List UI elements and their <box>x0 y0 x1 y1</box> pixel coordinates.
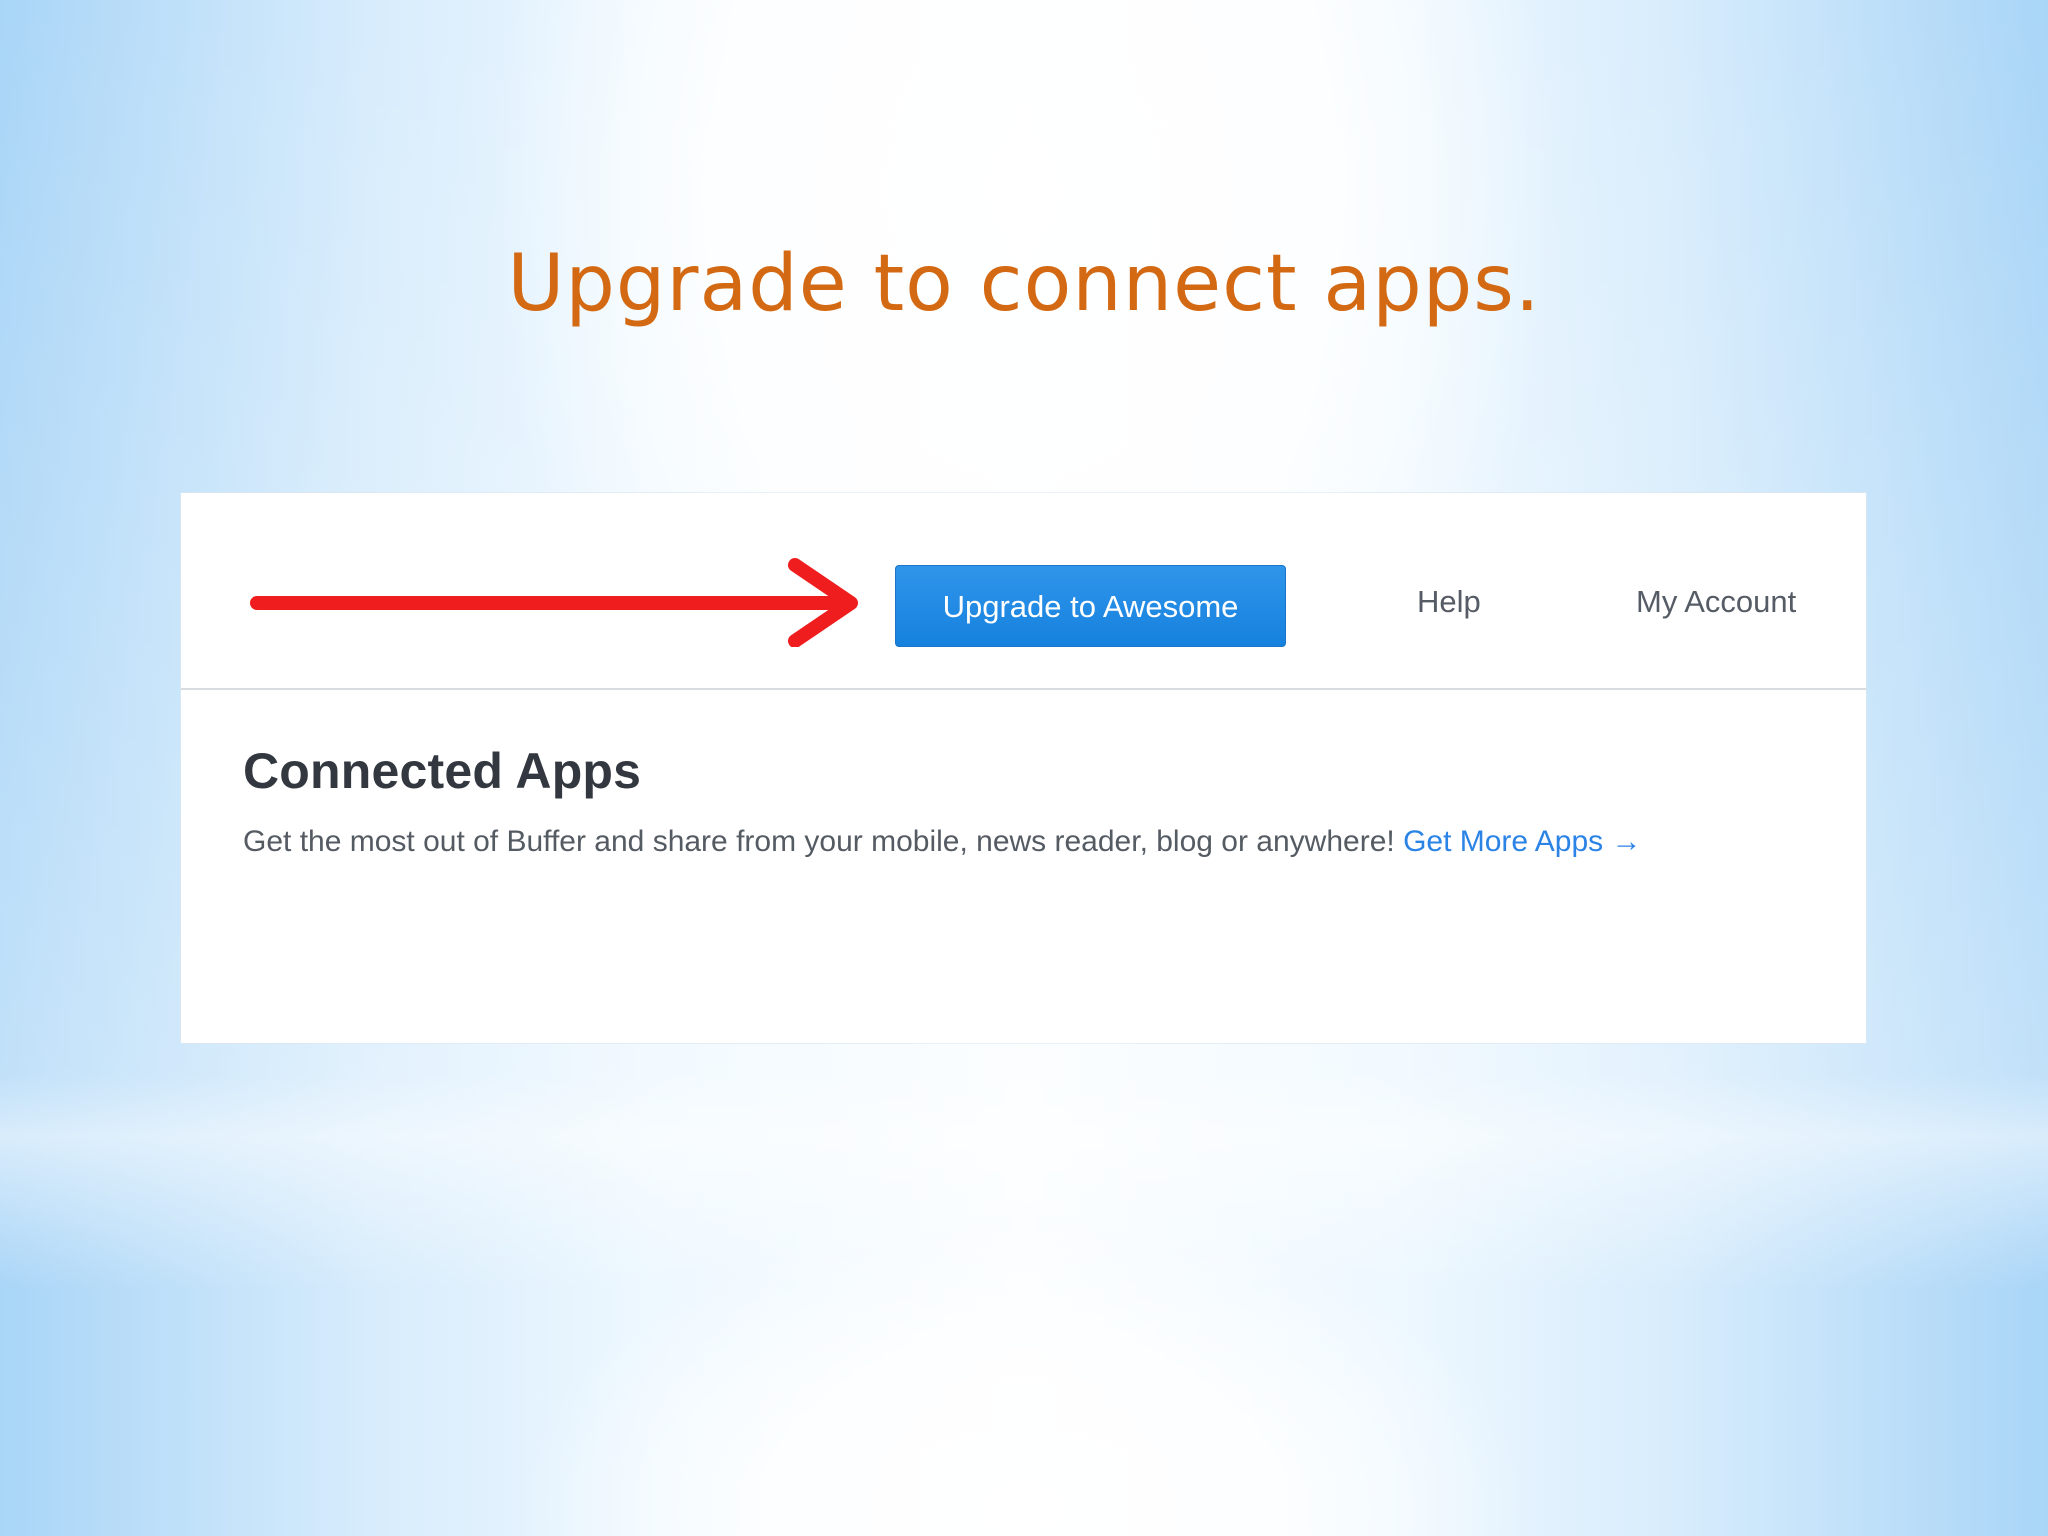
app-header: Upgrade to Awesome Help My Account <box>181 493 1866 690</box>
help-link[interactable]: Help <box>1417 586 1481 617</box>
get-more-apps-link[interactable]: Get More Apps → <box>1403 825 1641 858</box>
connected-apps-description-text: Get the most out of Buffer and share fro… <box>243 825 1395 858</box>
slide-title: Upgrade to connect apps. <box>507 239 1541 329</box>
connected-apps-description: Get the most out of Buffer and share fro… <box>243 824 1743 860</box>
red-arrow-icon <box>250 558 858 647</box>
connected-apps-heading: Connected Apps <box>243 743 642 799</box>
upgrade-to-awesome-button[interactable]: Upgrade to Awesome <box>895 565 1286 647</box>
connected-apps-screenshot: Upgrade to Awesome Help My Account Conne… <box>181 493 1866 1043</box>
my-account-link[interactable]: My Account <box>1636 586 1796 617</box>
